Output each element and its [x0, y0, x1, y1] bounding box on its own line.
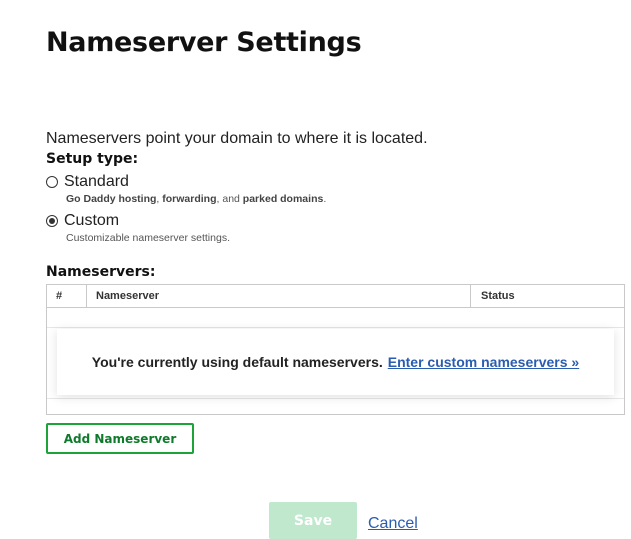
default-nameservers-notice: You're currently using default nameserve…: [57, 329, 614, 395]
nameserver-settings-page: Nameserver Settings Nameservers point yo…: [0, 0, 631, 539]
standard-radio[interactable]: [46, 176, 58, 188]
custom-radio[interactable]: [46, 215, 58, 227]
nameserver-table: # Nameserver Status You're currently usi…: [46, 284, 625, 415]
standard-desc-forwarding: forwarding: [162, 193, 217, 205]
standard-label: Standard: [64, 173, 129, 190]
standard-desc-hosting: Go Daddy hosting: [66, 193, 157, 205]
enter-custom-nameservers-link[interactable]: Enter custom nameservers »: [388, 354, 579, 370]
cancel-link[interactable]: Cancel: [368, 515, 418, 533]
standard-description: Go Daddy hosting, forwarding, and parked…: [66, 193, 326, 205]
intro-text: Nameservers point your domain to where i…: [46, 130, 428, 147]
standard-desc-end: .: [323, 193, 327, 205]
table-row-divider: [47, 327, 624, 328]
column-header-number: #: [47, 285, 87, 307]
page-title: Nameserver Settings: [46, 27, 362, 58]
setup-type-label: Setup type:: [46, 151, 139, 167]
nameservers-label: Nameservers:: [46, 264, 156, 280]
custom-label: Custom: [64, 212, 120, 229]
add-nameserver-button[interactable]: Add Nameserver: [46, 423, 194, 454]
save-button[interactable]: Save: [269, 502, 357, 539]
standard-desc-sep2: , and: [216, 193, 243, 205]
setup-option-custom[interactable]: Custom: [46, 212, 119, 230]
custom-description: Customizable nameserver settings.: [66, 232, 230, 244]
setup-option-standard[interactable]: Standard: [46, 173, 129, 191]
column-header-nameserver: Nameserver: [87, 285, 471, 307]
standard-desc-parked: parked domains: [242, 193, 324, 205]
nameserver-table-header: # Nameserver Status: [47, 285, 624, 308]
column-header-status: Status: [481, 290, 515, 302]
table-row-divider: [47, 398, 624, 399]
notice-text: You're currently using default nameserve…: [91, 354, 383, 370]
